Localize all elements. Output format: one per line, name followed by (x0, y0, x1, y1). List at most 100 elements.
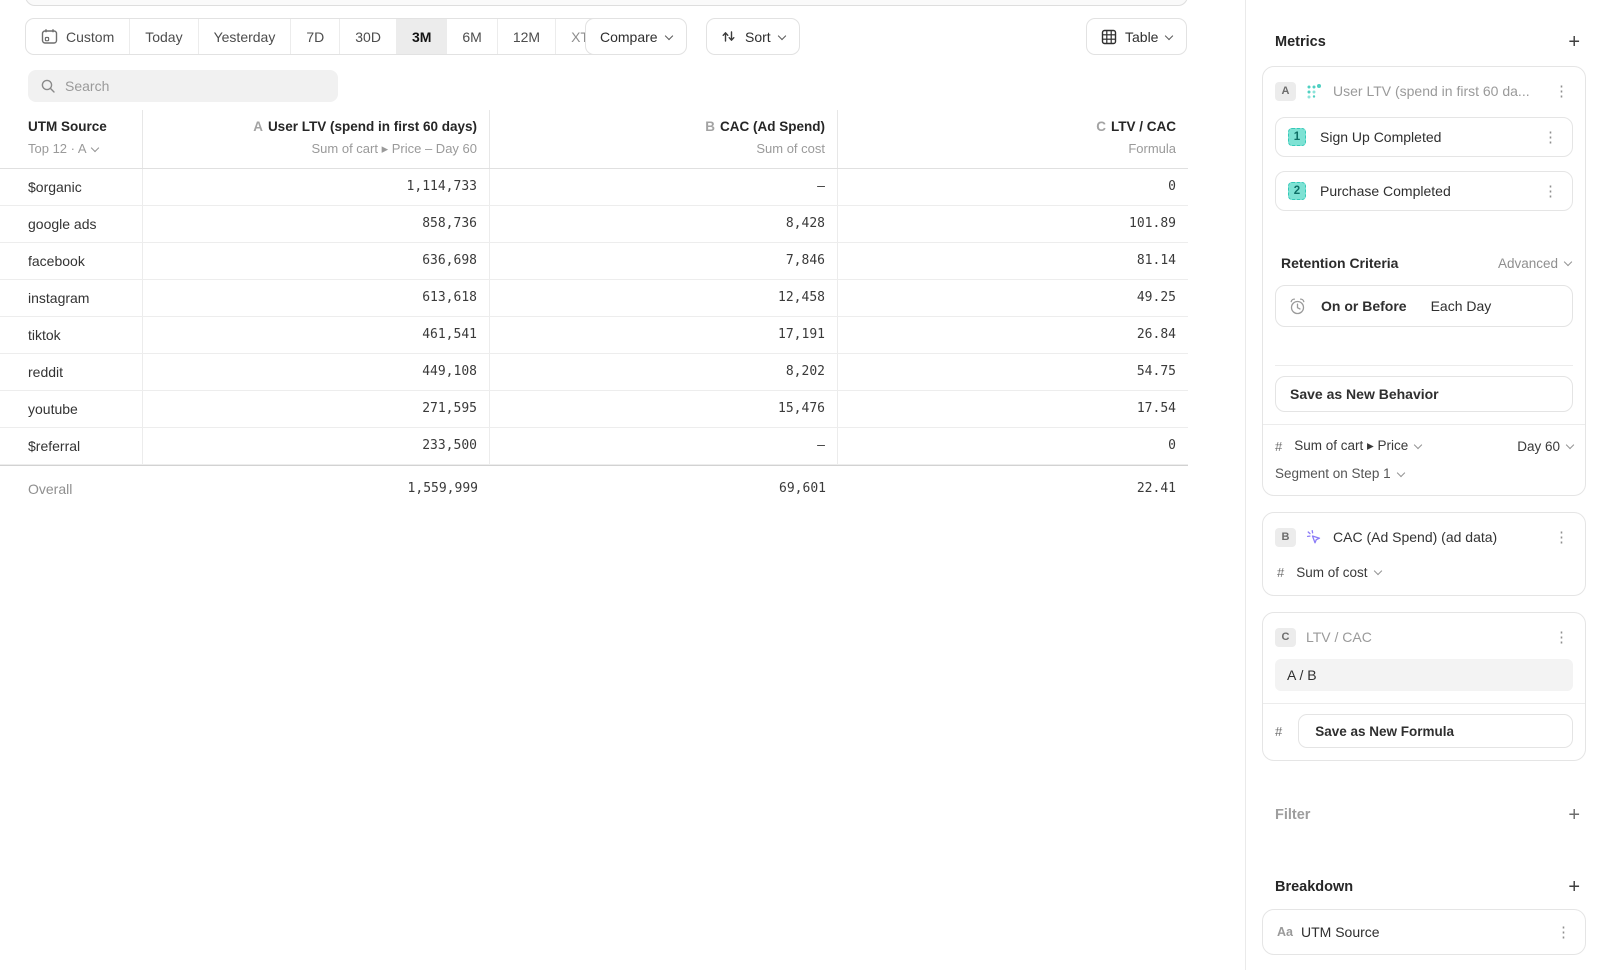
step-1-menu-button[interactable]: ⋮ (1539, 128, 1562, 147)
date-range-30d[interactable]: 30D (340, 19, 397, 54)
cell-value: 1,114,733 (143, 169, 490, 205)
add-breakdown-button[interactable]: + (1566, 877, 1582, 897)
cell-value: 461,541 (143, 317, 490, 353)
cell-value: 17.54 (838, 391, 1188, 427)
segment-on-step-dropdown[interactable]: Segment on Step 1 (1275, 466, 1404, 481)
view-type-button[interactable]: Table (1086, 18, 1187, 55)
cell-value: 271,595 (143, 391, 490, 427)
add-filter-button[interactable]: + (1566, 805, 1582, 825)
add-metric-button[interactable]: + (1566, 32, 1582, 52)
table-row: instagram 613,618 12,458 49.25 (0, 280, 1188, 317)
metric-c-menu-button[interactable]: ⋮ (1550, 628, 1573, 647)
date-range-3m-selected[interactable]: 3M (397, 19, 447, 54)
formula-input[interactable]: A / B (1275, 659, 1573, 691)
metric-b-title[interactable]: CAC (Ad Spend) (ad data) (1333, 529, 1540, 545)
cell-value: 26.84 (838, 317, 1188, 353)
step-2-menu-button[interactable]: ⋮ (1539, 182, 1562, 201)
compare-button[interactable]: Compare (585, 18, 687, 55)
cell-value: 636,698 (143, 243, 490, 279)
retention-mode-dropdown[interactable]: Advanced (1498, 256, 1571, 271)
aggregation-dropdown[interactable]: Sum of cart ▸ Price (1294, 438, 1421, 454)
cell-value: 12,458 (490, 280, 838, 316)
row-label: facebook (0, 243, 143, 279)
chevron-down-icon (1414, 441, 1422, 449)
cell-value: 8,428 (490, 206, 838, 242)
breakdown-item-utm-source[interactable]: Aa UTM Source ⋮ (1262, 909, 1586, 955)
search-input[interactable] (65, 78, 326, 94)
row-dimension-filter[interactable]: Top 12 · A (28, 138, 142, 159)
metric-card-c: C LTV / CAC ⋮ A / B # Save as New Formul… (1262, 612, 1586, 761)
cell-value: 449,108 (143, 354, 490, 390)
cell-value: 101.89 (838, 206, 1188, 242)
calendar-icon (41, 28, 58, 45)
cell-value: 17,191 (490, 317, 838, 353)
cell-value: 54.75 (838, 354, 1188, 390)
number-type-icon: # (1275, 724, 1282, 739)
row-dimension-header: UTM Source Top 12 · A (0, 110, 143, 168)
table-row: google ads 858,736 8,428 101.89 (0, 206, 1188, 243)
cell-value: 8,202 (490, 354, 838, 390)
table-row: $organic 1,114,733 – 0 (0, 169, 1188, 206)
table-grid-icon (1101, 29, 1117, 45)
date-range-selector: Custom Today Yesterday 7D 30D 3M 6M 12M … (25, 18, 631, 55)
cell-value: – (490, 428, 838, 464)
retention-criteria-title: Retention Criteria (1281, 255, 1398, 271)
chevron-down-icon (1566, 441, 1574, 449)
metric-card-a: A User LTV (spend in first 60 da... ⋮ 1 … (1262, 66, 1586, 496)
overall-label: Overall (0, 466, 143, 512)
aggregation-dropdown[interactable]: Sum of cost (1296, 565, 1380, 580)
metric-a-title[interactable]: User LTV (spend in first 60 da... (1333, 83, 1540, 99)
number-type-icon: # (1275, 439, 1282, 454)
breakdown-menu-button[interactable]: ⋮ (1552, 923, 1575, 942)
overall-value: 69,601 (490, 466, 838, 512)
save-as-new-behavior-button[interactable]: Save as New Behavior (1275, 376, 1573, 412)
table-row: reddit 449,108 8,202 54.75 (0, 354, 1188, 391)
chevron-down-icon (777, 31, 785, 39)
cell-value: 49.25 (838, 280, 1188, 316)
chevron-down-icon (1564, 258, 1572, 266)
chevron-down-icon (1373, 567, 1381, 575)
cell-value: 613,618 (143, 280, 490, 316)
date-range-label: Custom (66, 29, 114, 45)
funnel-step-2[interactable]: 2 Purchase Completed ⋮ (1275, 171, 1573, 211)
column-header-a[interactable]: AUser LTV (spend in first 60 days) Sum o… (143, 110, 490, 168)
table-header-row: UTM Source Top 12 · A AUser LTV (spend i… (0, 110, 1188, 169)
table-row: tiktok 461,541 17,191 26.84 (0, 317, 1188, 354)
table-row: $referral 233,500 – 0 (0, 428, 1188, 465)
save-as-new-formula-button[interactable]: Save as New Formula (1298, 714, 1573, 748)
date-range-7d[interactable]: 7D (291, 19, 340, 54)
date-range-custom[interactable]: Custom (26, 19, 130, 54)
results-table: UTM Source Top 12 · A AUser LTV (spend i… (0, 110, 1188, 512)
row-label: instagram (0, 280, 143, 316)
metric-a-menu-button[interactable]: ⋮ (1550, 82, 1573, 101)
date-range-12m[interactable]: 12M (498, 19, 556, 54)
search-bar[interactable] (28, 70, 338, 102)
table-row: youtube 271,595 15,476 17.54 (0, 391, 1188, 428)
cell-value: 81.14 (838, 243, 1188, 279)
chevron-down-icon (90, 144, 98, 152)
sort-button[interactable]: Sort (706, 18, 800, 55)
metric-badge-c: C (1275, 628, 1296, 647)
cell-value: 233,500 (143, 428, 490, 464)
chevron-down-icon (664, 31, 672, 39)
divider (1275, 365, 1573, 366)
date-range-yesterday[interactable]: Yesterday (199, 19, 292, 54)
day-range-dropdown[interactable]: Day 60 (1517, 439, 1573, 454)
query-builder-sidebar: Metrics + A User LTV (spend in first 60 … (1245, 0, 1600, 970)
metric-card-b: B CAC (Ad Spend) (ad data) ⋮ # Sum of co… (1262, 512, 1586, 596)
breakdown-section-title: Breakdown (1275, 879, 1353, 895)
row-label: reddit (0, 354, 143, 390)
cell-value: 7,846 (490, 243, 838, 279)
metrics-section-title: Metrics (1275, 34, 1326, 50)
date-range-today[interactable]: Today (130, 19, 198, 54)
row-dimension-title: UTM Source (28, 116, 142, 138)
metric-b-menu-button[interactable]: ⋮ (1550, 528, 1573, 547)
date-range-6m[interactable]: 6M (447, 19, 497, 54)
retention-criteria-row[interactable]: On or Before Each Day (1275, 285, 1573, 327)
metric-c-title[interactable]: LTV / CAC (1306, 629, 1540, 645)
metric-badge-a: A (1275, 82, 1296, 101)
funnel-step-1[interactable]: 1 Sign Up Completed ⋮ (1275, 117, 1573, 157)
column-header-b[interactable]: BCAC (Ad Spend) Sum of cost (490, 110, 838, 168)
row-label: $referral (0, 428, 143, 464)
column-header-c[interactable]: CLTV / CAC Formula (838, 110, 1188, 168)
